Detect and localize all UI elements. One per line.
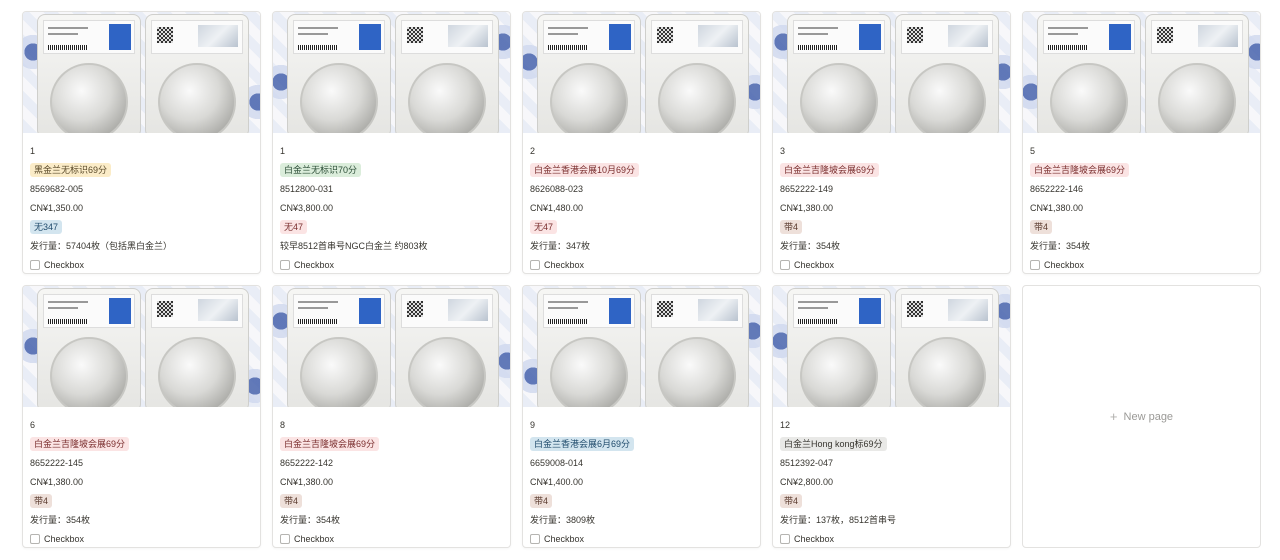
card-mintage: 较早8512首串号NGC白金兰 约803枚 [280, 241, 428, 251]
card-tag: 白金兰Hong kong标69分 [780, 436, 887, 451]
card-mintage: 发行量：354枚 [780, 241, 841, 251]
card-tag: 白金兰吉隆坡会展69分 [30, 436, 130, 451]
card-number: 8 [280, 419, 286, 430]
card-badge: 带4 [780, 493, 803, 508]
card-cover-image [773, 286, 1010, 407]
card-mintage: 发行量：3809枚 [530, 515, 596, 525]
card-tag: 白金兰吉隆坡会展69分 [780, 162, 880, 177]
checkbox[interactable] [30, 259, 40, 270]
card-tag: 白金兰香港会展6月69分 [530, 436, 635, 451]
checkbox[interactable] [530, 259, 540, 270]
card-mintage: 发行量：347枚 [530, 241, 591, 251]
card-cover-image [523, 12, 760, 133]
card-cert-number: 8652222-146 [1030, 183, 1084, 194]
card-price: CN¥1,380.00 [30, 476, 84, 487]
card-cert-number: 8512800-031 [280, 183, 334, 194]
card-price: CN¥1,400.00 [530, 476, 584, 487]
card-cover-image [273, 12, 510, 133]
gallery-card[interactable]: 3 白金兰吉隆坡会展69分 8652222-149 CN¥1,380.00 带4… [772, 11, 1011, 274]
card-badge: 带4 [780, 219, 803, 234]
checkbox[interactable] [780, 259, 790, 270]
checkbox[interactable] [280, 533, 290, 544]
card-cert-number: 8569682-005 [30, 183, 84, 194]
gallery-card[interactable]: 6 白金兰吉隆坡会展69分 8652222-145 CN¥1,380.00 带4… [22, 285, 261, 548]
card-badge: 带4 [280, 493, 303, 508]
card-badge: 带4 [1030, 219, 1053, 234]
gallery-card[interactable]: 9 白金兰香港会展6月69分 6659008-014 CN¥1,400.00 带… [522, 285, 761, 548]
card-price: CN¥1,380.00 [280, 476, 334, 487]
gallery-card[interactable]: 1 白金兰无标识70分 8512800-031 CN¥3,800.00 无47 … [272, 11, 511, 274]
card-mintage: 发行量：354枚 [1030, 241, 1091, 251]
card-cert-number: 8652222-145 [30, 457, 84, 468]
card-price: CN¥2,800.00 [780, 476, 834, 487]
checkbox-label: Checkbox [44, 259, 85, 270]
gallery-card[interactable]: 8 白金兰吉隆坡会展69分 8652222-142 CN¥1,380.00 带4… [272, 285, 511, 548]
card-cert-number: 8652222-142 [280, 457, 334, 468]
card-price: CN¥1,380.00 [1030, 202, 1084, 213]
card-mintage: 发行量：137枚，8512首串号 [780, 515, 897, 525]
checkbox-label: Checkbox [794, 533, 835, 544]
card-price: CN¥3,800.00 [280, 202, 334, 213]
card-number: 1 [280, 145, 286, 156]
card-badge: 带4 [30, 493, 53, 508]
card-mintage: 发行量：354枚 [280, 515, 341, 525]
checkbox-label: Checkbox [794, 259, 835, 270]
card-number: 12 [780, 419, 791, 430]
card-number: 1 [30, 145, 36, 156]
card-cover-image [273, 286, 510, 407]
checkbox-label: Checkbox [294, 259, 335, 270]
gallery-grid: 1 黑金兰无标识69分 8569682-005 CN¥1,350.00 无347… [22, 11, 1261, 548]
card-number: 2 [530, 145, 536, 156]
card-mintage: 发行量：57404枚（包括黑白金兰） [30, 241, 173, 251]
card-number: 5 [1030, 145, 1036, 156]
checkbox[interactable] [780, 533, 790, 544]
checkbox[interactable] [1030, 259, 1040, 270]
card-number: 9 [530, 419, 536, 430]
card-tag: 白金兰吉隆坡会展69分 [280, 436, 380, 451]
card-cert-number: 8626088-023 [530, 183, 584, 194]
card-number: 6 [30, 419, 36, 430]
gallery-card[interactable]: 12 白金兰Hong kong标69分 8512392-047 CN¥2,800… [772, 285, 1011, 548]
checkbox-label: Checkbox [294, 533, 335, 544]
card-cover-image [1023, 12, 1260, 133]
card-badge: 无47 [280, 219, 308, 234]
card-tag: 白金兰无标识70分 [280, 162, 362, 177]
card-cover-image [23, 286, 260, 407]
checkbox-label: Checkbox [1044, 259, 1085, 270]
checkbox-label: Checkbox [544, 259, 585, 270]
card-price: CN¥1,480.00 [530, 202, 584, 213]
card-badge: 带4 [530, 493, 553, 508]
card-cert-number: 8652222-149 [780, 183, 834, 194]
gallery-card[interactable]: 2 白金兰香港会展10月69分 8626088-023 CN¥1,480.00 … [522, 11, 761, 274]
card-tag: 黑金兰无标识69分 [30, 162, 112, 177]
card-price: CN¥1,350.00 [30, 202, 84, 213]
card-cover-image [23, 12, 260, 133]
gallery-card[interactable]: 5 白金兰吉隆坡会展69分 8652222-146 CN¥1,380.00 带4… [1022, 11, 1261, 274]
checkbox[interactable] [30, 533, 40, 544]
card-cover-image [523, 286, 760, 407]
card-number: 3 [780, 145, 786, 156]
card-badge: 无47 [530, 219, 558, 234]
card-cover-image [773, 12, 1010, 133]
plus-icon: + [1109, 409, 1118, 424]
card-cert-number: 8512392-047 [780, 457, 834, 468]
new-page-label: New page [1123, 410, 1174, 423]
checkbox-label: Checkbox [544, 533, 585, 544]
card-mintage: 发行量：354枚 [30, 515, 91, 525]
card-price: CN¥1,380.00 [780, 202, 834, 213]
card-tag: 白金兰香港会展10月69分 [530, 162, 640, 177]
checkbox[interactable] [530, 533, 540, 544]
card-tag: 白金兰吉隆坡会展69分 [1030, 162, 1130, 177]
gallery-card[interactable]: 1 黑金兰无标识69分 8569682-005 CN¥1,350.00 无347… [22, 11, 261, 274]
checkbox[interactable] [280, 259, 290, 270]
card-cert-number: 6659008-014 [530, 457, 584, 468]
checkbox-label: Checkbox [44, 533, 85, 544]
card-badge: 无347 [30, 219, 63, 234]
new-page-button[interactable]: + New page [1022, 285, 1261, 548]
